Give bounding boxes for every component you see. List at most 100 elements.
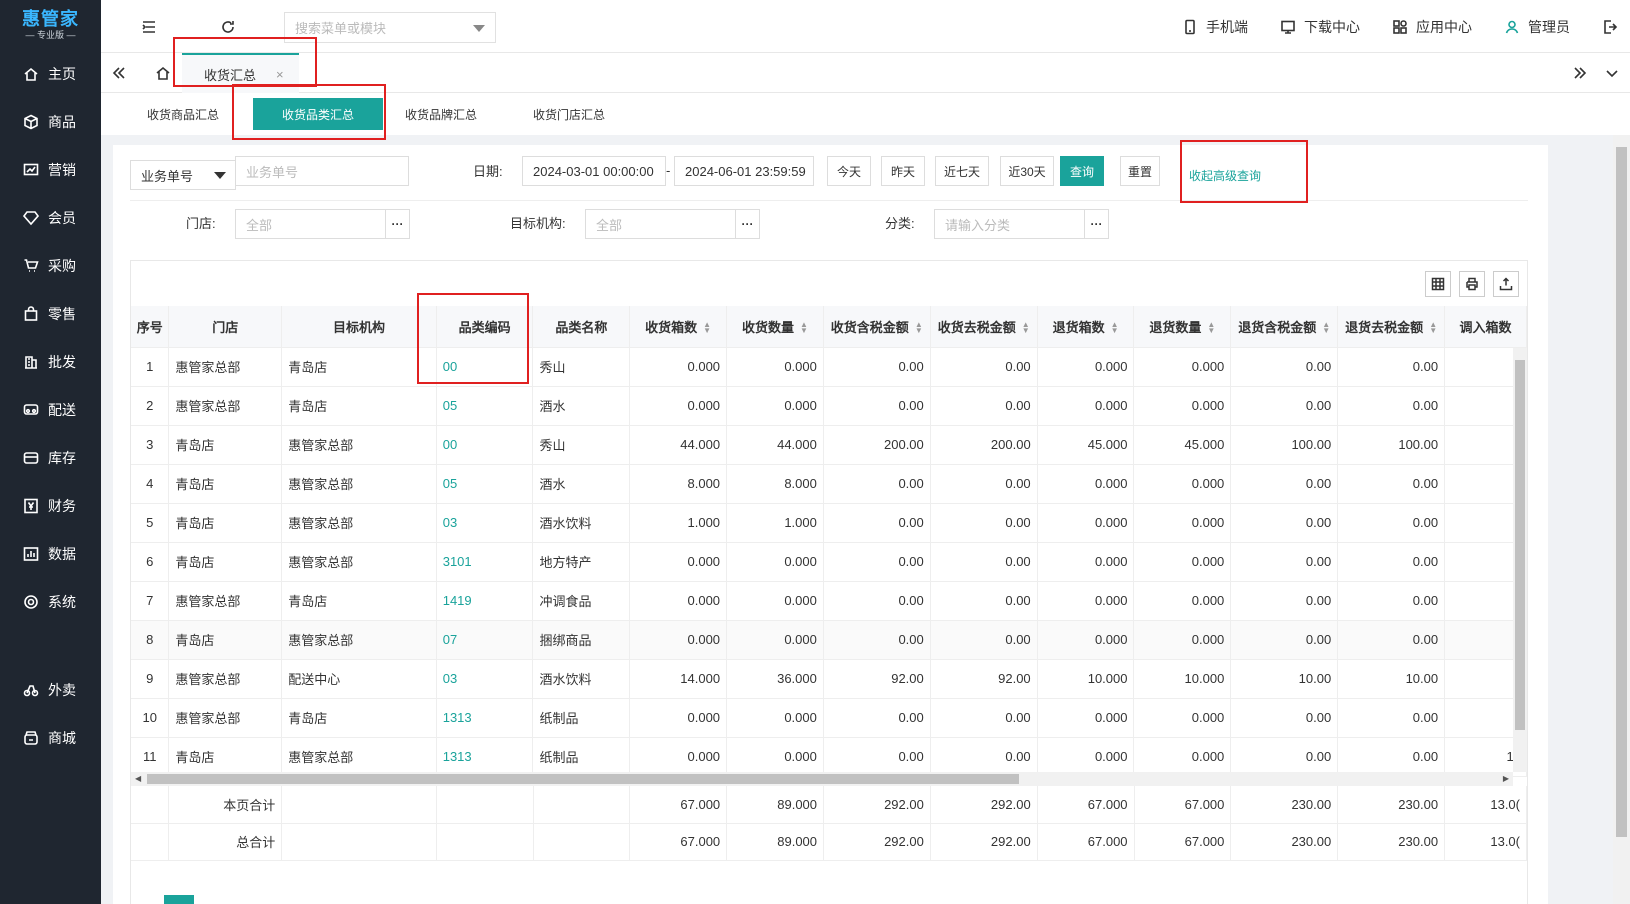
- menu-toggle-icon[interactable]: [139, 17, 159, 37]
- target-org-input[interactable]: 全部 ···: [585, 209, 760, 239]
- double-chevron-left-icon[interactable]: [109, 63, 129, 83]
- sidebar-item-yen[interactable]: 财务: [0, 482, 101, 530]
- sidebar-item-bag[interactable]: 零售: [0, 290, 101, 338]
- last-30-days-button[interactable]: 近30天: [1000, 156, 1054, 186]
- today-button[interactable]: 今天: [827, 156, 871, 186]
- logout-icon[interactable]: [1600, 17, 1620, 37]
- scroll-left-icon[interactable]: ◀: [135, 774, 141, 783]
- category-code-link[interactable]: 05: [436, 464, 534, 504]
- sort-icon[interactable]: ▲ ▼: [703, 321, 711, 335]
- table-row[interactable]: 1 惠管家总部 青岛店 00 秀山 0.000 0.000 0.00 0.00 0.000 0.00…: [131, 347, 1527, 387]
- settings-icon: [22, 593, 40, 611]
- table-horizontal-scrollbar[interactable]: ◀ ▶: [131, 772, 1513, 786]
- category-code-link[interactable]: 03: [436, 659, 534, 699]
- columns-grid-icon[interactable]: [1425, 271, 1451, 297]
- print-icon[interactable]: [1459, 271, 1485, 297]
- column-header[interactable]: 收货含税金额 ▲ ▼: [823, 306, 931, 348]
- subtab-store-summary[interactable]: 收货门店汇总: [505, 98, 633, 130]
- more-icon[interactable]: ···: [735, 210, 759, 238]
- table-cell: 44.000: [629, 425, 728, 465]
- refresh-icon[interactable]: [218, 17, 238, 37]
- table-row[interactable]: 9 惠管家总部 配送中心 03 酒水饮料 14.000 36.000 92.00 92.00 10…: [131, 659, 1527, 699]
- date-start-input[interactable]: 2024-03-01 00:00:00: [522, 156, 666, 186]
- sidebar-item-cart[interactable]: 采购: [0, 242, 101, 290]
- user-menu[interactable]: 管理员: [1502, 17, 1570, 37]
- table-row[interactable]: 2 惠管家总部 青岛店 05 酒水 0.000 0.000 0.00 0.00 0.000 0.00…: [131, 386, 1527, 426]
- sort-icon[interactable]: ▲ ▼: [915, 321, 923, 335]
- table-row[interactable]: 7 惠管家总部 青岛店 1419 冲调食品 0.000 0.000 0.00 0.00 0.000…: [131, 581, 1527, 621]
- category-code-link[interactable]: 1419: [436, 581, 534, 621]
- sort-icon[interactable]: ▲ ▼: [1022, 321, 1030, 335]
- subtab-product-summary[interactable]: 收货商品汇总: [119, 98, 247, 130]
- mobile-label: 手机端: [1206, 18, 1248, 35]
- sidebar-item-home[interactable]: 主页: [0, 50, 101, 98]
- scroll-right-icon[interactable]: ▶: [1503, 774, 1509, 783]
- category-input[interactable]: 请输入分类 ···: [934, 209, 1109, 239]
- export-icon[interactable]: [1493, 271, 1519, 297]
- more-icon[interactable]: ···: [385, 210, 409, 238]
- table-row[interactable]: 6 青岛店 惠管家总部 3101 地方特产 0.000 0.000 0.00 0.00 0.000…: [131, 542, 1527, 582]
- sidebar-item-warehouse[interactable]: 库存: [0, 434, 101, 482]
- more-icon[interactable]: ···: [1084, 210, 1108, 238]
- sort-icon[interactable]: ▲ ▼: [800, 321, 808, 335]
- pagination-current-page[interactable]: [164, 895, 194, 904]
- sort-icon[interactable]: ▲ ▼: [1111, 321, 1119, 335]
- doc-number-input[interactable]: 业务单号: [235, 156, 409, 186]
- category-code-link[interactable]: 07: [436, 620, 534, 660]
- table-vertical-scrollbar[interactable]: [1513, 348, 1527, 772]
- sidebar-item-label: 零售: [48, 306, 76, 322]
- table-row[interactable]: 4 青岛店 惠管家总部 05 酒水 8.000 8.000 0.00 0.00 0.000 0.00…: [131, 464, 1527, 504]
- home-tab-icon[interactable]: [153, 63, 173, 83]
- double-chevron-right-icon[interactable]: [1570, 63, 1590, 83]
- chevron-down-icon[interactable]: [1602, 63, 1622, 83]
- yesterday-button[interactable]: 昨天: [881, 156, 925, 186]
- subtab-brand-summary[interactable]: 收货品牌汇总: [377, 98, 505, 130]
- query-button[interactable]: 查询: [1060, 156, 1104, 186]
- store-input[interactable]: 全部 ···: [235, 209, 410, 239]
- table-row[interactable]: 8 青岛店 惠管家总部 07 捆绑商品 0.000 0.000 0.00 0.00 0.000 0.…: [131, 620, 1527, 660]
- category-code-link[interactable]: 03: [436, 503, 534, 543]
- column-header[interactable]: 收货箱数 ▲ ▼: [629, 306, 728, 348]
- sidebar-item-data[interactable]: 数据: [0, 530, 101, 578]
- sort-icon[interactable]: ▲ ▼: [1429, 321, 1437, 335]
- sidebar-item-delivery[interactable]: 外卖: [0, 666, 101, 714]
- sidebar-item-store[interactable]: 商城: [0, 714, 101, 762]
- table-cell: 0.00: [1337, 503, 1446, 543]
- column-header: 序号: [131, 306, 170, 348]
- column-header[interactable]: 退货去税金额 ▲ ▼: [1337, 306, 1446, 348]
- column-header[interactable]: 收货数量 ▲ ▼: [726, 306, 824, 348]
- table-cell: 200.00: [930, 425, 1038, 465]
- category-code-link[interactable]: 1313: [436, 737, 534, 777]
- sort-icon[interactable]: ▲ ▼: [1322, 321, 1330, 335]
- table-row[interactable]: 11 青岛店 惠管家总部 1313 纸制品 0.000 0.000 0.00 0.00 0.000…: [131, 737, 1527, 777]
- sidebar-item-box[interactable]: 商品: [0, 98, 101, 146]
- category-code-link[interactable]: 00: [436, 425, 534, 465]
- mobile-link[interactable]: 手机端: [1180, 17, 1248, 37]
- last-seven-days-button[interactable]: 近七天: [935, 156, 989, 186]
- sort-icon[interactable]: ▲ ▼: [1207, 321, 1215, 335]
- download-center-link[interactable]: 下载中心: [1278, 17, 1360, 37]
- table-cell: 青岛店: [168, 464, 283, 504]
- category-label: 分类:: [885, 216, 915, 231]
- app-center-link[interactable]: 应用中心: [1390, 17, 1472, 37]
- category-code-link[interactable]: 05: [436, 386, 534, 426]
- column-header[interactable]: 退货箱数 ▲ ▼: [1037, 306, 1135, 348]
- sidebar-item-truck[interactable]: 配送: [0, 386, 101, 434]
- category-code-link[interactable]: 3101: [436, 542, 534, 582]
- table-row[interactable]: 3 青岛店 惠管家总部 00 秀山 44.000 44.000 200.00 200.00 45.…: [131, 425, 1527, 465]
- sidebar-item-diamond[interactable]: 会员: [0, 194, 101, 242]
- table-row[interactable]: 10 惠管家总部 青岛店 1313 纸制品 0.000 0.000 0.00 0.00 0.000…: [131, 698, 1527, 738]
- doc-type-select[interactable]: 业务单号: [130, 160, 236, 190]
- column-header[interactable]: 收货去税金额 ▲ ▼: [930, 306, 1038, 348]
- sidebar-item-settings[interactable]: 系统: [0, 578, 101, 626]
- date-end-input[interactable]: 2024-06-01 23:59:59: [674, 156, 814, 186]
- reset-button[interactable]: 重置: [1120, 156, 1160, 186]
- category-code-link[interactable]: 1313: [436, 698, 534, 738]
- sidebar-item-building[interactable]: 批发: [0, 338, 101, 386]
- sidebar-item-chart[interactable]: 营销: [0, 146, 101, 194]
- home-icon: [22, 65, 40, 83]
- page-vertical-scrollbar[interactable]: [1613, 135, 1630, 904]
- column-header[interactable]: 退货数量 ▲ ▼: [1133, 306, 1232, 348]
- column-header[interactable]: 退货含税金额 ▲ ▼: [1230, 306, 1339, 348]
- table-row[interactable]: 5 青岛店 惠管家总部 03 酒水饮料 1.000 1.000 0.00 0.00 0.000 0.…: [131, 503, 1527, 543]
